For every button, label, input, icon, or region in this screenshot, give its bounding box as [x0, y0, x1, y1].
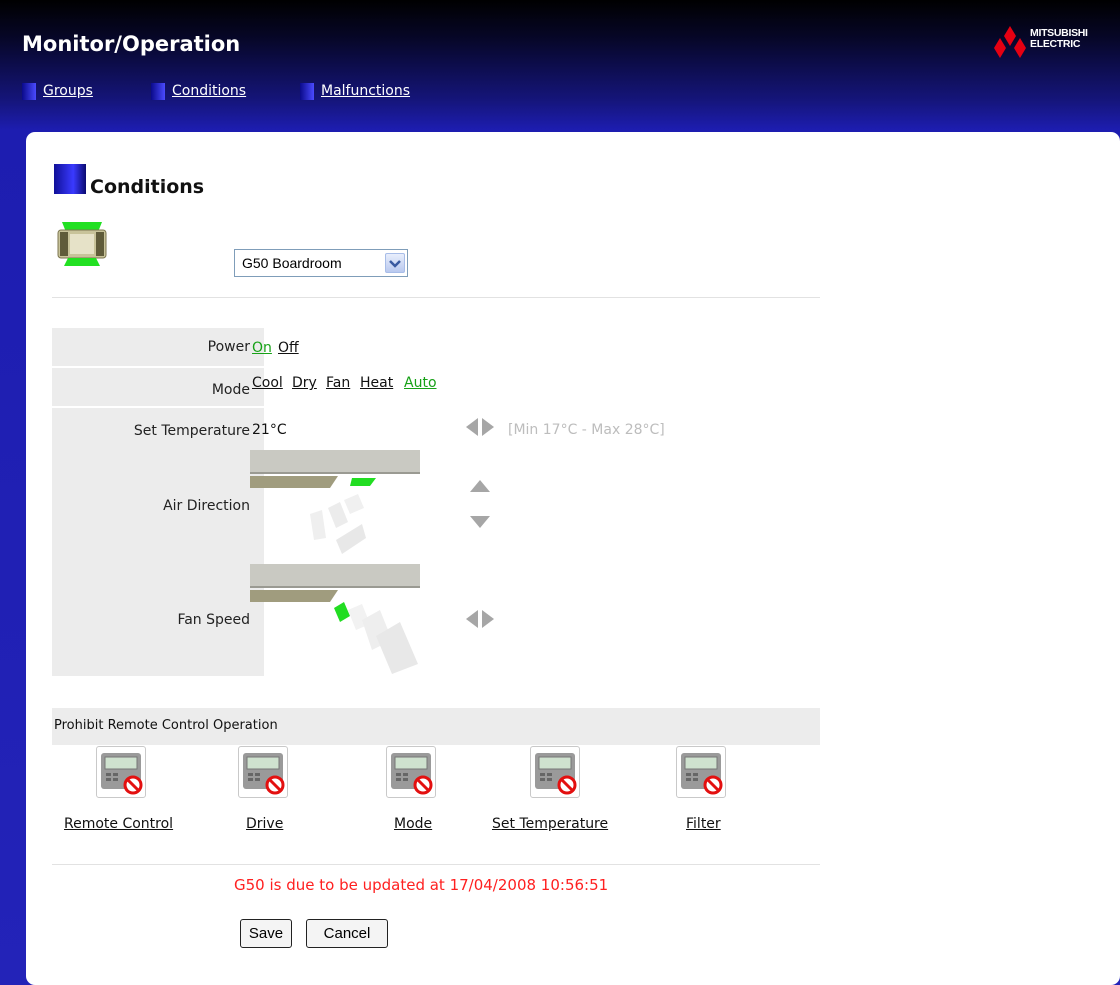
diamonds-icon [994, 26, 1026, 58]
group-dropdown[interactable]: G50 Boardroom [234, 249, 408, 277]
header-bar: Monitor/Operation MITSUBISHI ELECTRIC Gr… [0, 0, 1120, 130]
nav-bullet-icon [300, 83, 314, 100]
fan-speed-illustration [250, 564, 420, 674]
power-label: Power [52, 328, 264, 366]
content-panel: Conditions G50 Boardroom Power Mode Set … [26, 132, 1120, 985]
prohibit-drive[interactable]: Drive [234, 746, 304, 838]
prohibit-label-filter[interactable]: Filter [686, 816, 721, 832]
mode-heat-option[interactable]: Heat [360, 375, 393, 391]
fan-speed-up-arrow-icon[interactable] [482, 610, 494, 628]
divider [52, 864, 820, 865]
temperature-down-arrow-icon[interactable] [466, 418, 478, 436]
prohibit-label-drive[interactable]: Drive [246, 816, 283, 832]
prohibit-filter[interactable]: Filter [676, 746, 736, 838]
remote-prohibit-icon[interactable] [530, 746, 580, 798]
prohibit-mode[interactable]: Mode [382, 746, 452, 838]
remote-prohibit-icon[interactable] [96, 746, 146, 798]
nav-link-conditions[interactable]: Conditions [172, 83, 246, 99]
section-bullet-icon [54, 164, 86, 194]
logo-text-bottom: ELECTRIC [1030, 38, 1081, 50]
mode-label: Mode [52, 368, 264, 406]
remote-prohibit-icon[interactable] [676, 746, 726, 798]
save-button[interactable]: Save [240, 919, 292, 948]
nav-link-groups[interactable]: Groups [43, 83, 93, 99]
update-status-message: G50 is due to be updated at 17/04/2008 1… [234, 876, 609, 894]
temperature-up-arrow-icon[interactable] [482, 418, 494, 436]
power-off-option[interactable]: Off [278, 340, 299, 356]
mitsubishi-logo: MITSUBISHI ELECTRIC [992, 24, 1116, 62]
prohibit-title: Prohibit Remote Control Operation [54, 718, 278, 733]
divider [52, 297, 820, 298]
cancel-button[interactable]: Cancel [306, 919, 388, 948]
air-direction-up-arrow-icon[interactable] [470, 480, 490, 492]
fan-speed-down-arrow-icon[interactable] [466, 610, 478, 628]
group-dropdown-value: G50 Boardroom [242, 255, 342, 271]
remote-prohibit-icon[interactable] [386, 746, 436, 798]
mode-auto-option[interactable]: Auto [404, 375, 437, 391]
set-temperature-label: Set Temperature [52, 408, 264, 456]
prohibit-label-mode[interactable]: Mode [394, 816, 432, 832]
mode-fan-option[interactable]: Fan [326, 375, 350, 391]
set-temperature-value: 21°C [252, 422, 287, 438]
app-title: Monitor/Operation [22, 32, 241, 56]
temperature-range: [Min 17°C - Max 28°C] [508, 422, 665, 438]
mode-dry-option[interactable]: Dry [292, 375, 317, 391]
prohibit-set-temperature[interactable]: Set Temperature [492, 746, 632, 838]
nav-bullet-icon [22, 83, 36, 100]
prohibit-label-set-temperature[interactable]: Set Temperature [492, 816, 608, 832]
nav-bullet-icon [151, 83, 165, 100]
air-direction-label: Air Direction [52, 456, 264, 560]
nav-link-malfunctions[interactable]: Malfunctions [321, 83, 410, 99]
air-direction-down-arrow-icon[interactable] [470, 516, 490, 528]
remote-prohibit-icon[interactable] [238, 746, 288, 798]
prohibit-remote-control[interactable]: Remote Control [64, 746, 194, 838]
air-direction-illustration [250, 450, 420, 554]
page-title: Conditions [90, 176, 205, 198]
chevron-down-icon[interactable] [385, 253, 405, 273]
indoor-unit-icon [57, 222, 107, 266]
power-on-option[interactable]: On [252, 340, 272, 356]
prohibit-label-remote-control[interactable]: Remote Control [64, 816, 173, 832]
fan-speed-label: Fan Speed [52, 560, 264, 676]
mode-cool-option[interactable]: Cool [252, 375, 283, 391]
